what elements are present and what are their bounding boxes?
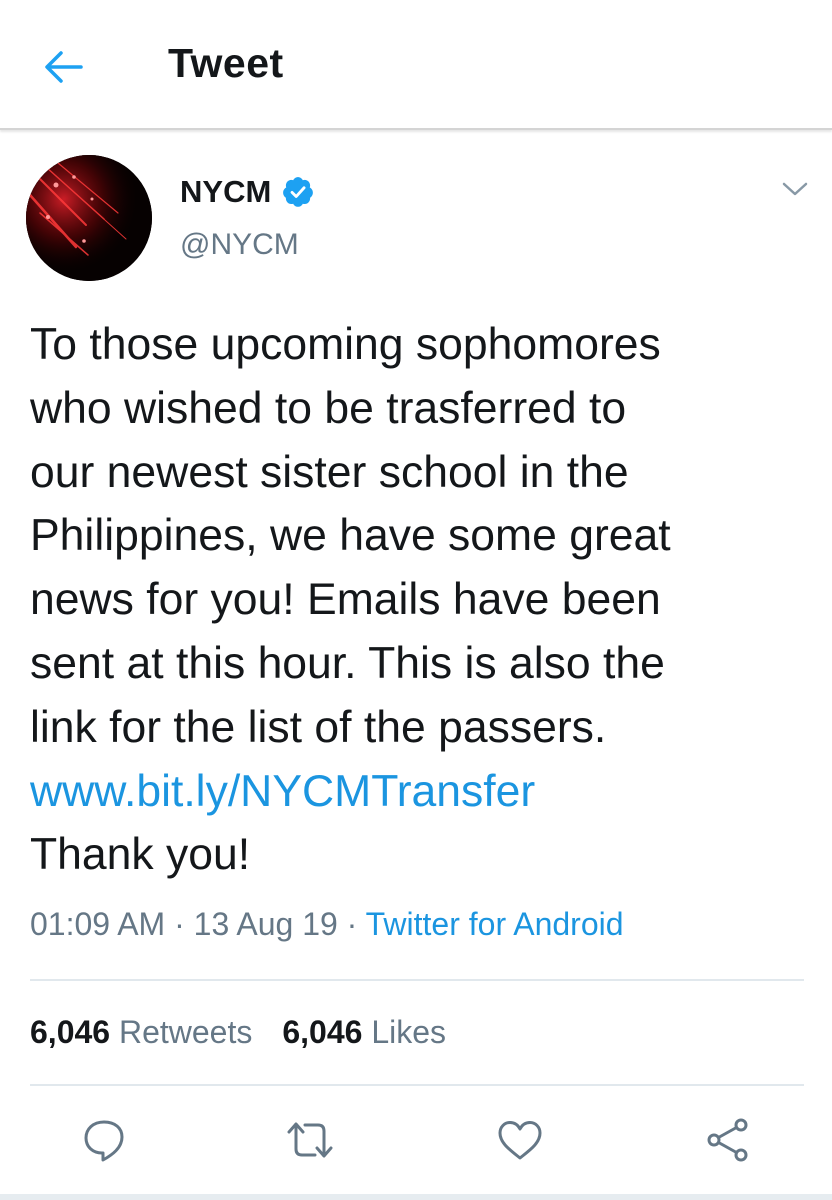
retweet-icon — [287, 1122, 333, 1158]
likes-count: 6,046 — [282, 1014, 363, 1050]
tweet-text-line: Philippines, we have some great — [30, 511, 671, 561]
reply-icon — [84, 1120, 124, 1162]
retweets-label: Retweets — [118, 1014, 253, 1050]
reply-button[interactable] — [78, 1114, 130, 1166]
tweet-text-line: our newest sister school in the — [30, 447, 629, 497]
arrow-left-icon — [45, 51, 83, 83]
tweet-closing-text: Thank you! — [30, 830, 251, 880]
avatar[interactable] — [26, 155, 152, 281]
user-handle[interactable]: @NYCM — [180, 228, 299, 262]
tweet-menu-button[interactable] — [778, 175, 812, 203]
tweet-text-line: sent at this hour. This is also the — [30, 638, 665, 688]
tweet-text-line: who wished to be trasferred to — [30, 383, 627, 433]
chevron-down-icon — [782, 182, 808, 196]
retweet-button[interactable] — [284, 1114, 336, 1166]
back-button[interactable] — [38, 44, 88, 90]
display-name-row: NYCM — [180, 172, 315, 212]
share-icon — [707, 1118, 748, 1162]
retweets-stat[interactable]: 6,046 Retweets — [30, 1014, 252, 1050]
meta-separator: · — [165, 906, 194, 942]
tweet-text: To those upcoming sophomores who wished … — [30, 313, 810, 887]
tweet-link[interactable]: www.bit.ly/NYCMTransfer — [30, 760, 810, 824]
likes-label: Likes — [371, 1014, 447, 1050]
top-app-bar: Tweet — [0, 0, 832, 130]
retweets-count: 6,046 — [30, 1014, 111, 1050]
tweet-stats: 6,046 Retweets 6,046 Likes — [30, 1014, 446, 1051]
tweet-text-line: To those upcoming sophomores — [30, 320, 661, 369]
tweet-time: 01:09 AM — [30, 906, 166, 942]
avatar-image — [26, 155, 152, 281]
tweet-source-link[interactable]: Twitter for Android — [366, 906, 624, 942]
tweet-text-line: link for the list of the passers. — [30, 702, 607, 752]
like-button[interactable] — [494, 1114, 546, 1166]
tweet-meta: 01:09 AM · 13 Aug 19 · Twitter for Andro… — [30, 906, 624, 943]
page-title: Tweet — [168, 40, 284, 86]
bottom-divider — [0, 1194, 832, 1200]
share-button[interactable] — [702, 1114, 754, 1166]
divider — [30, 1084, 804, 1086]
verified-badge-icon — [281, 175, 315, 209]
display-name[interactable]: NYCM — [180, 174, 271, 210]
tweet-date: 13 Aug 19 — [193, 906, 338, 942]
heart-icon — [498, 1121, 542, 1160]
divider — [30, 979, 804, 981]
tweet-text-line: news for you! Emails have been — [30, 575, 661, 625]
likes-stat[interactable]: 6,046 Likes — [282, 1014, 446, 1050]
meta-separator: · — [337, 906, 366, 942]
